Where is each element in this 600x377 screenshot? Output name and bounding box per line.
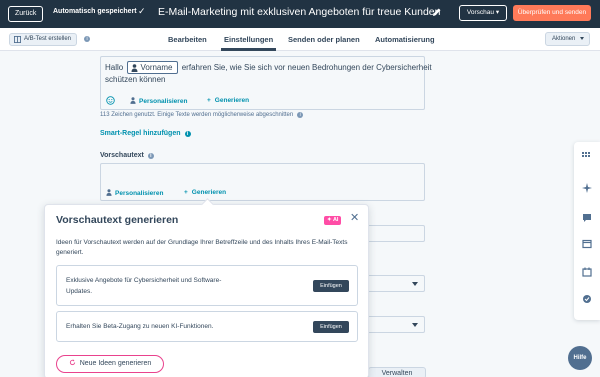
email-title: E-Mail-Marketing mit exklusiven Angebote…: [158, 6, 441, 18]
select-field[interactable]: [360, 275, 425, 292]
suggestion-card: Exklusive Angebote für Cybersicherheit u…: [56, 265, 358, 306]
ai-badge-label: AI: [332, 217, 339, 223]
person-icon: [131, 64, 138, 72]
new-ideas-label: Neue Ideen generieren: [79, 360, 152, 367]
review-send-button[interactable]: Überprüfen und senden: [513, 5, 591, 21]
plus-icon: +: [207, 97, 211, 104]
info-icon[interactable]: i: [84, 36, 90, 42]
person-icon: [130, 97, 136, 104]
chevron-down-icon: [580, 37, 584, 40]
window-icon[interactable]: [582, 239, 592, 249]
personalize-label: Personalisieren: [139, 98, 188, 105]
close-icon[interactable]: ✕: [350, 213, 359, 224]
insert-button[interactable]: Einfügen: [313, 321, 349, 333]
pencil-icon[interactable]: [432, 7, 442, 17]
apps-grid-icon[interactable]: [582, 150, 592, 160]
preview-text-heading: Vorschautext i: [100, 152, 154, 159]
subject-editor[interactable]: Hallo Vorname erfahren Sie, wie Sie sich…: [100, 56, 432, 110]
ab-test-button[interactable]: A/B-Test erstellen: [9, 33, 78, 46]
tab-send-schedule[interactable]: Senden oder planen: [288, 35, 360, 44]
generate-preview-popover: Vorschautext generieren ✦ AI ✕ Ideen für…: [44, 198, 369, 377]
insert-button[interactable]: Einfügen: [313, 280, 349, 292]
preview-button[interactable]: Vorschau ▾: [459, 5, 507, 21]
manage-button[interactable]: Verwalten: [368, 367, 426, 377]
preview-text-editor[interactable]: Personalisieren + Generieren: [100, 163, 425, 201]
generate-label: Generieren: [214, 97, 250, 104]
smart-rule-label: Smart-Regel hinzufügen: [100, 130, 181, 137]
info-icon[interactable]: i: [184, 131, 191, 137]
autosave-status: Automatisch gespeichert: [53, 8, 137, 15]
token-label: Vorname: [140, 63, 173, 72]
right-sidebar: [574, 142, 600, 320]
chat-icon[interactable]: [582, 213, 592, 223]
refresh-icon: [69, 359, 75, 366]
suggestion-card: Erhalten Sie Beta-Zugang zu neuen KI-Fun…: [56, 311, 358, 342]
top-header: Zurück Automatisch gespeichert ✓ E-Mail-…: [0, 0, 600, 28]
info-icon[interactable]: i: [147, 153, 154, 159]
ab-test-icon: [14, 36, 21, 43]
chevron-down-icon: [412, 323, 418, 327]
smart-rule-link[interactable]: Smart-Regel hinzufügen i: [100, 130, 191, 137]
plus-icon: +: [184, 189, 188, 196]
suggestion-text: Exklusive Angebote für Cybersicherheit u…: [66, 277, 222, 295]
chevron-down-icon: [412, 282, 418, 286]
ai-badge: ✦ AI: [324, 216, 342, 225]
person-icon: [106, 189, 112, 196]
generate-label: Generieren: [191, 189, 227, 196]
tab-edit[interactable]: Bearbeiten: [168, 35, 207, 44]
preview-text-label: Vorschautext: [100, 152, 144, 159]
personalize-link[interactable]: Personalisieren: [130, 97, 187, 105]
help-button[interactable]: Hilfe: [568, 346, 592, 370]
tab-bar: A/B-Test erstellen i Bearbeiten Einstell…: [0, 28, 600, 51]
personalize-label: Personalisieren: [115, 190, 164, 197]
tab-settings[interactable]: Einstellungen: [224, 35, 273, 44]
back-button[interactable]: Zurück: [8, 6, 44, 22]
popover-title: Vorschautext generieren: [56, 214, 179, 226]
char-count-note: 113 Zeichen genutzt. Einige Texte werden…: [100, 112, 304, 118]
check-icon: ✓: [138, 6, 146, 16]
subject-line-2: schützen können: [105, 75, 166, 84]
personalization-token[interactable]: Vorname: [127, 61, 178, 74]
char-count-text: 113 Zeichen genutzt. Einige Texte werden…: [100, 112, 294, 118]
subject-rest: erfahren Sie, wie Sie sich vor neuen Bed…: [181, 63, 432, 72]
active-tab-indicator: [221, 48, 276, 51]
actions-button[interactable]: Aktionen: [545, 32, 590, 46]
sparkle-icon[interactable]: [582, 183, 592, 193]
personalize-link[interactable]: Personalisieren: [106, 189, 163, 197]
generate-link[interactable]: + Generieren: [184, 189, 226, 196]
checkmark-circle-icon[interactable]: [582, 294, 592, 304]
calendar-icon[interactable]: [582, 267, 592, 277]
ab-test-label: A/B-Test erstellen: [24, 36, 72, 42]
subject-prefix: Hallo: [105, 63, 124, 72]
actions-label: Aktionen: [552, 36, 576, 42]
subject-line-1: Hallo Vorname erfahren Sie, wie Sie sich…: [105, 61, 432, 74]
suggestion-text: Erhalten Sie Beta-Zugang zu neuen KI-Fun…: [66, 323, 214, 330]
info-icon[interactable]: i: [297, 112, 304, 118]
new-ideas-button[interactable]: Neue Ideen generieren: [56, 355, 164, 373]
select-field[interactable]: [360, 316, 425, 333]
tab-automation[interactable]: Automatisierung: [375, 35, 435, 44]
popover-description: Ideen für Vorschautext werden auf der Gr…: [56, 239, 348, 256]
emoji-icon[interactable]: [106, 96, 115, 105]
preview-label: Vorschau: [466, 9, 495, 16]
text-field[interactable]: [360, 225, 425, 242]
generate-link[interactable]: + Generieren: [207, 97, 249, 104]
